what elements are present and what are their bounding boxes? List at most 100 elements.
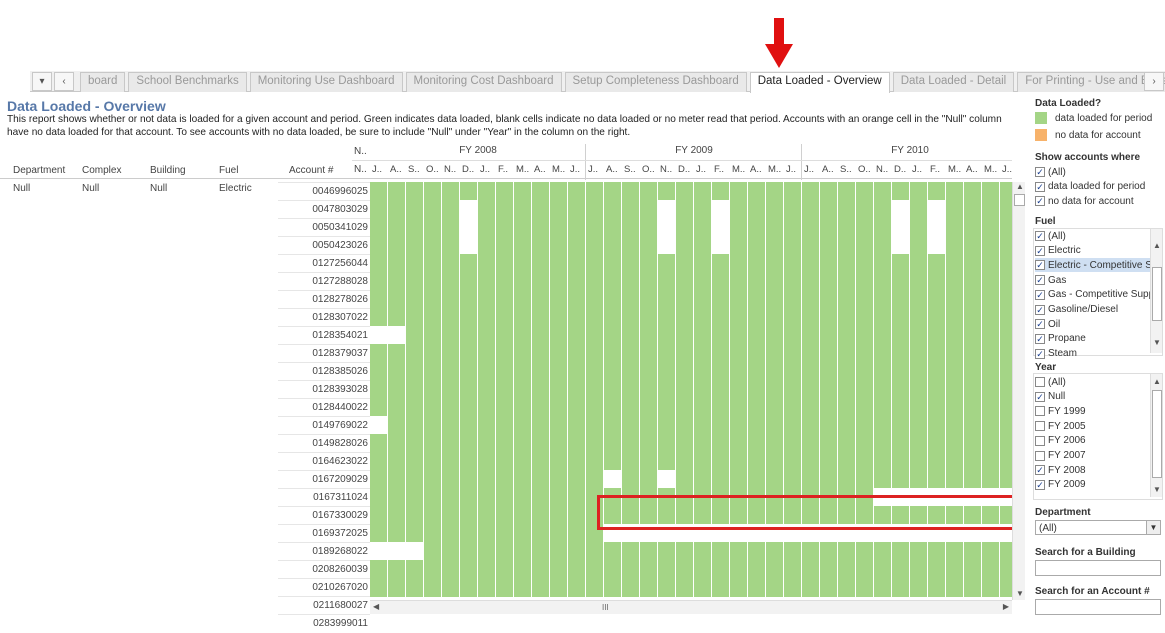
checkbox[interactable]: ✓ bbox=[1035, 319, 1045, 330]
checkbox[interactable] bbox=[1035, 377, 1045, 387]
scroll-down-icon[interactable]: ▼ bbox=[1016, 589, 1024, 598]
checkbox[interactable]: ✓ bbox=[1035, 333, 1045, 344]
checkbox[interactable] bbox=[1035, 450, 1045, 461]
fuel-option[interactable]: ✓ Gasoline/Diesel bbox=[1035, 303, 1153, 317]
fuel-option[interactable]: ✓ Electric bbox=[1035, 244, 1153, 258]
year-scroll-thumb[interactable] bbox=[1152, 390, 1162, 478]
year-option[interactable]: ✓ FY 2008 bbox=[1035, 463, 1153, 477]
grid-cell bbox=[892, 578, 910, 596]
fuel-option[interactable]: ✓ Gas bbox=[1035, 273, 1153, 287]
account-number: 0128393028 bbox=[278, 380, 370, 398]
checkbox[interactable] bbox=[1035, 421, 1045, 432]
grid-horizontal-scrollbar[interactable]: ◀ III ▶ bbox=[370, 600, 1012, 614]
department-select[interactable]: (All) ▼ bbox=[1035, 520, 1161, 535]
fuel-option[interactable]: ✓ Gas - Competitive Suppl bbox=[1035, 288, 1153, 302]
tab-data-loaded-detail[interactable]: Data Loaded - Detail bbox=[892, 72, 1015, 92]
tab-school-benchmarks[interactable]: School Benchmarks bbox=[128, 72, 247, 92]
grid-cell bbox=[820, 596, 838, 597]
tab-board[interactable]: board bbox=[80, 72, 126, 92]
year-option[interactable]: ✓ Null bbox=[1035, 390, 1153, 404]
checkbox[interactable]: ✓ bbox=[1035, 275, 1045, 286]
account-number: 0164623022 bbox=[278, 452, 370, 470]
month-header: M.. bbox=[948, 164, 962, 175]
grid-cell bbox=[748, 200, 766, 218]
grid-cell bbox=[1000, 560, 1012, 578]
fuel-option[interactable]: ✓ Propane bbox=[1035, 332, 1153, 346]
grid-cell bbox=[946, 542, 964, 560]
checkbox[interactable]: ✓ bbox=[1035, 304, 1045, 315]
checkbox[interactable]: ✓ bbox=[1035, 391, 1045, 402]
tab-setup-completeness-dashboard[interactable]: Setup Completeness Dashboard bbox=[564, 72, 747, 92]
fuel-option[interactable]: ✓ Electric - Competitive Su bbox=[1035, 258, 1153, 273]
grid-cell bbox=[424, 308, 442, 326]
show-accounts-option[interactable]: ✓ (All) bbox=[1035, 165, 1153, 179]
checkbox[interactable]: ✓ bbox=[1035, 465, 1045, 476]
fuel-option[interactable]: ✓ Steam bbox=[1035, 347, 1153, 361]
year-option[interactable]: (All) bbox=[1035, 375, 1153, 389]
checkbox[interactable]: ✓ bbox=[1035, 167, 1045, 177]
scroll-left-icon[interactable]: ◀ bbox=[373, 602, 379, 611]
tab-list-dropdown-icon[interactable]: ▾ bbox=[32, 72, 52, 91]
vertical-scroll-thumb[interactable] bbox=[1014, 194, 1025, 206]
checkbox[interactable]: ✓ bbox=[1035, 348, 1045, 359]
grid-cell bbox=[820, 380, 838, 398]
scroll-right-icon[interactable]: ▶ bbox=[1003, 602, 1009, 611]
horizontal-scroll-grip[interactable]: III bbox=[602, 603, 609, 612]
grid-cell bbox=[406, 200, 424, 218]
grid-cell bbox=[640, 236, 658, 254]
tab-monitoring-use-dashboard[interactable]: Monitoring Use Dashboard bbox=[249, 72, 403, 92]
grid-cell bbox=[730, 344, 748, 362]
grid-cell bbox=[802, 272, 820, 290]
year-scrollbar[interactable]: ▲ ▼ bbox=[1150, 374, 1162, 497]
show-accounts-option[interactable]: ✓ data loaded for period bbox=[1035, 180, 1153, 194]
scroll-up-icon[interactable]: ▲ bbox=[1016, 182, 1024, 191]
checkbox[interactable]: ✓ bbox=[1035, 479, 1045, 490]
grid-cell bbox=[442, 434, 460, 452]
fuel-option-label: Oil bbox=[1048, 318, 1061, 330]
grid-cell bbox=[982, 398, 1000, 416]
checkbox[interactable]: ✓ bbox=[1035, 289, 1045, 300]
grid-cell bbox=[838, 326, 856, 344]
checkbox[interactable]: ✓ bbox=[1035, 245, 1045, 256]
year-option[interactable]: ✓ FY 2009 bbox=[1035, 478, 1153, 492]
fuel-scroll-down-icon[interactable]: ▼ bbox=[1153, 338, 1161, 347]
year-option[interactable]: FY 2006 bbox=[1035, 434, 1153, 448]
checkbox[interactable] bbox=[1035, 435, 1045, 446]
checkbox[interactable]: ✓ bbox=[1035, 260, 1045, 271]
chevron-down-icon[interactable]: ▼ bbox=[1146, 521, 1160, 534]
grid-cell bbox=[640, 254, 658, 272]
grid-cell bbox=[910, 434, 928, 452]
grid-cell bbox=[820, 326, 838, 344]
tab-scroll-right-icon[interactable]: › bbox=[1144, 72, 1164, 91]
grid-cell bbox=[586, 452, 604, 470]
year-scroll-down-icon[interactable]: ▼ bbox=[1153, 485, 1161, 494]
grid-cell bbox=[586, 380, 604, 398]
checkbox[interactable] bbox=[1035, 406, 1045, 417]
month-header: M.. bbox=[984, 164, 998, 175]
tab-for-printing-use-and-emissions[interactable]: For Printing - Use and Emissions bbox=[1017, 72, 1165, 92]
fuel-option[interactable]: ✓ Oil bbox=[1035, 317, 1153, 331]
checkbox[interactable]: ✓ bbox=[1035, 196, 1045, 207]
search-building-input[interactable] bbox=[1035, 560, 1161, 576]
fuel-option[interactable]: ✓ (All) bbox=[1035, 229, 1153, 243]
fuel-scroll-up-icon[interactable]: ▲ bbox=[1153, 241, 1161, 250]
year-scroll-up-icon[interactable]: ▲ bbox=[1153, 377, 1161, 386]
year-option[interactable]: FY 2007 bbox=[1035, 449, 1153, 463]
legend-item-loaded: data loaded for period bbox=[1035, 112, 1152, 124]
tab-scroll-left-icon[interactable]: ‹ bbox=[54, 72, 74, 91]
show-accounts-option[interactable]: ✓ no data for account bbox=[1035, 194, 1153, 208]
tab-data-loaded-overview[interactable]: Data Loaded - Overview bbox=[749, 72, 890, 93]
grid-cell bbox=[586, 236, 604, 254]
checkbox[interactable]: ✓ bbox=[1035, 181, 1045, 192]
year-option[interactable]: FY 1999 bbox=[1035, 404, 1153, 418]
checkbox[interactable]: ✓ bbox=[1035, 231, 1045, 241]
fuel-scrollbar[interactable]: ▲ ▼ bbox=[1150, 229, 1162, 353]
grid-cell bbox=[604, 434, 622, 452]
grid-vertical-scrollbar[interactable]: ▲ ▼ bbox=[1012, 182, 1025, 600]
grid-cell bbox=[550, 290, 568, 308]
grid-cell bbox=[964, 218, 982, 236]
year-option[interactable]: FY 2005 bbox=[1035, 419, 1153, 433]
tab-monitoring-cost-dashboard[interactable]: Monitoring Cost Dashboard bbox=[405, 72, 562, 92]
grid-cell bbox=[496, 560, 514, 578]
fuel-scroll-thumb[interactable] bbox=[1152, 267, 1162, 321]
